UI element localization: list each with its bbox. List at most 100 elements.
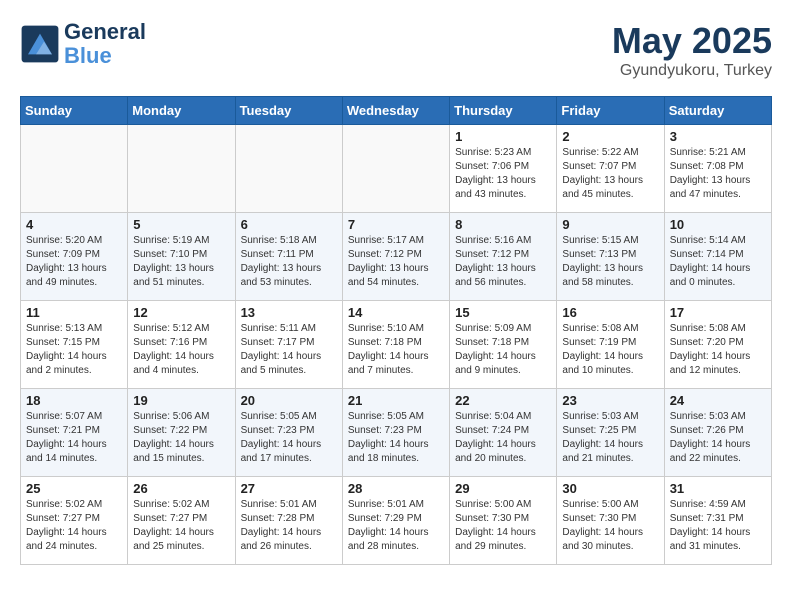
calendar-cell: 4Sunrise: 5:20 AM Sunset: 7:09 PM Daylig… bbox=[21, 213, 128, 301]
day-info: Sunrise: 5:07 AM Sunset: 7:21 PM Dayligh… bbox=[26, 410, 122, 466]
weekday-saturday: Saturday bbox=[664, 97, 771, 125]
weekday-monday: Monday bbox=[128, 97, 235, 125]
day-number: 24 bbox=[670, 393, 766, 408]
day-info: Sunrise: 5:00 AM Sunset: 7:30 PM Dayligh… bbox=[562, 498, 658, 554]
weekday-header-row: SundayMondayTuesdayWednesdayThursdayFrid… bbox=[21, 97, 772, 125]
calendar-cell: 5 Sunrise: 5:19 AM Sunset: 7:10 PM Daylig… bbox=[128, 213, 235, 301]
calendar-cell: 16 Sunrise: 5:08 AM Sunset: 7:19 PM Dayli… bbox=[557, 301, 664, 389]
calendar-cell: 30 Sunrise: 5:00 AM Sunset: 7:30 PM Dayli… bbox=[557, 477, 664, 565]
weekday-friday: Friday bbox=[557, 97, 664, 125]
day-number: 23 bbox=[562, 393, 658, 408]
day-number: 8 bbox=[455, 217, 551, 232]
day-info: Sunrise: 5:12 AM Sunset: 7:16 PM Dayligh… bbox=[133, 322, 229, 378]
calendar-cell: 18 Sunrise: 5:07 AM Sunset: 7:21 PM Dayli… bbox=[21, 389, 128, 477]
day-number: 14 bbox=[348, 305, 444, 320]
calendar-cell: 31 Sunrise: 4:59 AM Sunset: 7:31 PM Dayli… bbox=[664, 477, 771, 565]
day-info: Sunrise: 4:59 AM Sunset: 7:31 PM Dayligh… bbox=[670, 498, 766, 554]
day-number: 2 bbox=[562, 129, 658, 144]
calendar-cell: 21 Sunrise: 5:05 AM Sunset: 7:23 PM Dayli… bbox=[342, 389, 449, 477]
day-number: 1 bbox=[455, 129, 551, 144]
calendar-cell: 10 Sunrise: 5:14 AM Sunset: 7:14 PM Dayli… bbox=[664, 213, 771, 301]
day-info: Sunrise: 5:10 AM Sunset: 7:18 PM Dayligh… bbox=[348, 322, 444, 378]
day-number: 30 bbox=[562, 481, 658, 496]
day-number: 27 bbox=[241, 481, 337, 496]
day-info: Sunrise: 5:08 AM Sunset: 7:20 PM Dayligh… bbox=[670, 322, 766, 378]
calendar-cell: 19 Sunrise: 5:06 AM Sunset: 7:22 PM Dayli… bbox=[128, 389, 235, 477]
day-number: 11 bbox=[26, 305, 122, 320]
logo-icon bbox=[20, 24, 60, 64]
calendar-cell: 17 Sunrise: 5:08 AM Sunset: 7:20 PM Dayli… bbox=[664, 301, 771, 389]
day-info: Sunrise: 5:22 AM Sunset: 7:07 PM Dayligh… bbox=[562, 146, 658, 202]
day-info: Sunrise: 5:02 AM Sunset: 7:27 PM Dayligh… bbox=[133, 498, 229, 554]
calendar-cell: 22 Sunrise: 5:04 AM Sunset: 7:24 PM Dayli… bbox=[450, 389, 557, 477]
day-number: 13 bbox=[241, 305, 337, 320]
calendar-cell: 29 Sunrise: 5:00 AM Sunset: 7:30 PM Dayli… bbox=[450, 477, 557, 565]
weekday-tuesday: Tuesday bbox=[235, 97, 342, 125]
calendar-cell: 12 Sunrise: 5:12 AM Sunset: 7:16 PM Dayli… bbox=[128, 301, 235, 389]
weekday-wednesday: Wednesday bbox=[342, 97, 449, 125]
day-info: Sunrise: 5:21 AM Sunset: 7:08 PM Dayligh… bbox=[670, 146, 766, 202]
calendar-cell bbox=[128, 125, 235, 213]
day-info: Sunrise: 5:17 AM Sunset: 7:12 PM Dayligh… bbox=[348, 234, 444, 290]
calendar-cell: 27Sunrise: 5:01 AM Sunset: 7:28 PM Dayli… bbox=[235, 477, 342, 565]
day-info: Sunrise: 5:01 AM Sunset: 7:29 PM Dayligh… bbox=[348, 498, 444, 554]
day-number: 9 bbox=[562, 217, 658, 232]
day-info: Sunrise: 5:03 AM Sunset: 7:26 PM Dayligh… bbox=[670, 410, 766, 466]
location: Gyundyukoru, Turkey bbox=[612, 62, 772, 80]
day-number: 31 bbox=[670, 481, 766, 496]
day-info: Sunrise: 5:13 AM Sunset: 7:15 PM Dayligh… bbox=[26, 322, 122, 378]
calendar-cell: 23Sunrise: 5:03 AM Sunset: 7:25 PM Dayli… bbox=[557, 389, 664, 477]
day-info: Sunrise: 5:14 AM Sunset: 7:14 PM Dayligh… bbox=[670, 234, 766, 290]
day-number: 25 bbox=[26, 481, 122, 496]
day-info: Sunrise: 5:02 AM Sunset: 7:27 PM Dayligh… bbox=[26, 498, 122, 554]
calendar-cell bbox=[235, 125, 342, 213]
calendar-cell: 20Sunrise: 5:05 AM Sunset: 7:23 PM Dayli… bbox=[235, 389, 342, 477]
logo: GeneralBlue bbox=[20, 20, 146, 68]
day-number: 7 bbox=[348, 217, 444, 232]
day-info: Sunrise: 5:23 AM Sunset: 7:06 PM Dayligh… bbox=[455, 146, 551, 202]
weekday-thursday: Thursday bbox=[450, 97, 557, 125]
week-row-1: 1 Sunrise: 5:23 AM Sunset: 7:06 PM Daylig… bbox=[21, 125, 772, 213]
day-number: 10 bbox=[670, 217, 766, 232]
day-info: Sunrise: 5:06 AM Sunset: 7:22 PM Dayligh… bbox=[133, 410, 229, 466]
calendar-cell: 11 Sunrise: 5:13 AM Sunset: 7:15 PM Dayli… bbox=[21, 301, 128, 389]
day-number: 16 bbox=[562, 305, 658, 320]
week-row-3: 11 Sunrise: 5:13 AM Sunset: 7:15 PM Dayli… bbox=[21, 301, 772, 389]
day-info: Sunrise: 5:19 AM Sunset: 7:10 PM Dayligh… bbox=[133, 234, 229, 290]
day-info: Sunrise: 5:16 AM Sunset: 7:12 PM Dayligh… bbox=[455, 234, 551, 290]
day-number: 5 bbox=[133, 217, 229, 232]
day-number: 26 bbox=[133, 481, 229, 496]
title-block: May 2025 Gyundyukoru, Turkey bbox=[612, 20, 772, 80]
day-number: 29 bbox=[455, 481, 551, 496]
day-info: Sunrise: 5:08 AM Sunset: 7:19 PM Dayligh… bbox=[562, 322, 658, 378]
calendar-cell: 7 Sunrise: 5:17 AM Sunset: 7:12 PM Daylig… bbox=[342, 213, 449, 301]
week-row-4: 18 Sunrise: 5:07 AM Sunset: 7:21 PM Dayli… bbox=[21, 389, 772, 477]
day-number: 18 bbox=[26, 393, 122, 408]
day-number: 21 bbox=[348, 393, 444, 408]
calendar-cell: 14 Sunrise: 5:10 AM Sunset: 7:18 PM Dayli… bbox=[342, 301, 449, 389]
day-info: Sunrise: 5:20 AM Sunset: 7:09 PM Dayligh… bbox=[26, 234, 122, 290]
month-title: May 2025 bbox=[612, 20, 772, 62]
calendar-cell: 6Sunrise: 5:18 AM Sunset: 7:11 PM Daylig… bbox=[235, 213, 342, 301]
calendar-cell: 8 Sunrise: 5:16 AM Sunset: 7:12 PM Daylig… bbox=[450, 213, 557, 301]
logo-text: GeneralBlue bbox=[64, 20, 146, 68]
week-row-5: 25 Sunrise: 5:02 AM Sunset: 7:27 PM Dayli… bbox=[21, 477, 772, 565]
day-number: 3 bbox=[670, 129, 766, 144]
day-number: 22 bbox=[455, 393, 551, 408]
day-info: Sunrise: 5:05 AM Sunset: 7:23 PM Dayligh… bbox=[241, 410, 337, 466]
day-number: 12 bbox=[133, 305, 229, 320]
day-number: 17 bbox=[670, 305, 766, 320]
calendar-cell: 2 Sunrise: 5:22 AM Sunset: 7:07 PM Daylig… bbox=[557, 125, 664, 213]
day-number: 19 bbox=[133, 393, 229, 408]
calendar-cell bbox=[342, 125, 449, 213]
day-info: Sunrise: 5:04 AM Sunset: 7:24 PM Dayligh… bbox=[455, 410, 551, 466]
day-info: Sunrise: 5:00 AM Sunset: 7:30 PM Dayligh… bbox=[455, 498, 551, 554]
day-info: Sunrise: 5:05 AM Sunset: 7:23 PM Dayligh… bbox=[348, 410, 444, 466]
calendar-cell bbox=[21, 125, 128, 213]
calendar-cell: 3 Sunrise: 5:21 AM Sunset: 7:08 PM Daylig… bbox=[664, 125, 771, 213]
calendar-cell: 26 Sunrise: 5:02 AM Sunset: 7:27 PM Dayli… bbox=[128, 477, 235, 565]
weekday-sunday: Sunday bbox=[21, 97, 128, 125]
day-info: Sunrise: 5:11 AM Sunset: 7:17 PM Dayligh… bbox=[241, 322, 337, 378]
calendar-cell: 28 Sunrise: 5:01 AM Sunset: 7:29 PM Dayli… bbox=[342, 477, 449, 565]
day-number: 28 bbox=[348, 481, 444, 496]
